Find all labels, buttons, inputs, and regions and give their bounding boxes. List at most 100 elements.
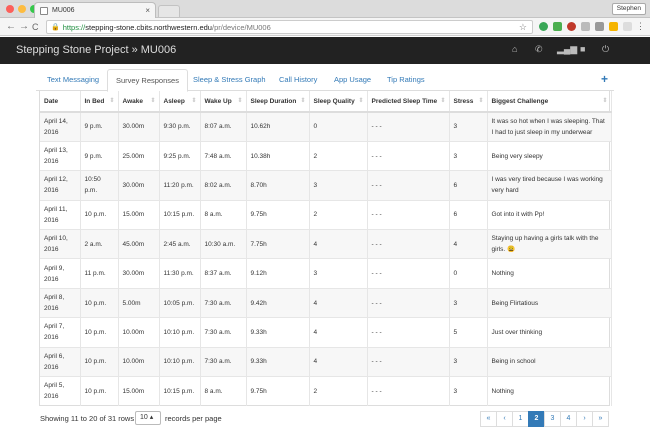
tab-call-history[interactable]: Call History bbox=[271, 69, 325, 91]
table-cell: 9.75h bbox=[246, 199, 310, 230]
tab-text-messaging[interactable]: Text Messaging bbox=[39, 69, 107, 91]
page-button[interactable]: 3 bbox=[544, 411, 561, 427]
table-cell: April 11, 2016 bbox=[40, 199, 81, 230]
forward-icon[interactable]: → bbox=[19, 21, 29, 33]
table-cell: 15.00m bbox=[118, 199, 160, 230]
briefcase-icon[interactable]: ■ bbox=[580, 44, 585, 54]
extension-icon[interactable] bbox=[539, 22, 548, 31]
table-cell: 2 bbox=[309, 140, 368, 171]
table-cell: 30.00m bbox=[118, 258, 160, 289]
table-row: April 6, 2016 10 p.m. 10.00m 10:10 p.m. 7:30… bbox=[40, 346, 612, 377]
address-bar[interactable]: 🔒 https:// stepping-stone.cbits.northwes… bbox=[46, 20, 533, 34]
column-header-label: Predicted Sleep Time bbox=[371, 97, 438, 105]
extension-icon[interactable] bbox=[567, 22, 576, 31]
column-header[interactable]: Wake Up ⇕ bbox=[200, 91, 247, 113]
sort-icon[interactable]: ⇕ bbox=[109, 97, 114, 104]
table-cell: 0 bbox=[449, 258, 488, 289]
sort-icon[interactable]: ⇕ bbox=[150, 97, 155, 104]
table-cell: 5 bbox=[449, 317, 488, 348]
page-button[interactable]: › bbox=[576, 411, 593, 427]
profile-button[interactable]: Stephen bbox=[611, 3, 646, 15]
table-row: April 13, 2016 9 p.m. 25.00m 9:25 p.m. 7:48 … bbox=[40, 140, 612, 171]
table-cell: 3 bbox=[309, 258, 368, 289]
page-button[interactable]: 4 bbox=[560, 411, 577, 427]
column-header-label: Asleep bbox=[163, 97, 185, 105]
column-header[interactable]: Biggest Challenge ⇕ bbox=[487, 91, 612, 113]
phone-icon[interactable]: ✆ bbox=[535, 44, 543, 55]
column-header-label: Biggest Challenge bbox=[491, 97, 549, 105]
table-cell: 0 bbox=[309, 111, 368, 142]
column-header[interactable]: In Bed ⇕ bbox=[80, 91, 119, 113]
table-cell: 8 a.m. bbox=[200, 199, 247, 230]
sort-icon[interactable]: ⇕ bbox=[440, 97, 445, 104]
page-button[interactable]: 1 bbox=[512, 411, 529, 427]
add-icon[interactable]: + bbox=[601, 72, 608, 86]
extension-icon[interactable] bbox=[581, 22, 590, 31]
back-icon[interactable]: ← bbox=[6, 21, 16, 33]
page-button[interactable]: » bbox=[592, 411, 609, 427]
minimize-window-button[interactable] bbox=[18, 5, 26, 13]
power-icon[interactable]: ⏻ bbox=[602, 44, 609, 55]
browser-tab[interactable]: MU006 × bbox=[34, 2, 156, 18]
column-header[interactable]: Date bbox=[40, 91, 81, 113]
table-cell: 15.00m bbox=[118, 376, 160, 406]
tab-app-usage[interactable]: App Usage bbox=[326, 69, 379, 91]
table-cell: 2 bbox=[309, 199, 368, 230]
home-icon[interactable]: ⌂ bbox=[512, 44, 517, 54]
bookmark-star-icon[interactable]: ☆ bbox=[519, 22, 527, 33]
signal-icon[interactable]: ▂▄▆ bbox=[557, 44, 577, 55]
url-host: stepping-stone.cbits.northwestern.edu bbox=[85, 22, 212, 32]
table-cell: 10 p.m. bbox=[80, 376, 119, 406]
table-row: April 7, 2016 10 p.m. 10.00m 10:10 p.m. 7:30… bbox=[40, 317, 612, 348]
records-per-page-select[interactable]: 10 ▴ bbox=[135, 411, 161, 425]
records-per-page-label: records per page bbox=[165, 414, 222, 423]
table-cell: 8:07 a.m. bbox=[200, 111, 247, 142]
column-header[interactable]: Stress ⇕ bbox=[449, 91, 488, 113]
sort-icon[interactable]: ⇕ bbox=[237, 97, 242, 104]
table-cell: April 14, 2016 bbox=[40, 111, 81, 142]
column-header[interactable]: Sleep Quality ⇕ bbox=[309, 91, 368, 113]
extension-icon[interactable] bbox=[595, 22, 604, 31]
table-row: April 12, 2016 10:50 p.m. 30.00m 11:20 p.m.… bbox=[40, 170, 612, 201]
browser-menu-icon[interactable]: ⋮ bbox=[636, 21, 645, 32]
app-brand[interactable]: Stepping Stone Project » MU006 bbox=[16, 44, 176, 56]
table-cell: 9 p.m. bbox=[80, 111, 119, 142]
tab-sleep-stress-graph[interactable]: Sleep & Stress Graph bbox=[185, 69, 274, 91]
table-body: April 14, 2016 9 p.m. 30.00m 9:30 p.m. 8:07 … bbox=[40, 111, 612, 406]
reload-icon[interactable]: C bbox=[32, 21, 39, 33]
close-window-button[interactable] bbox=[6, 5, 14, 13]
table-cell: 7:30 a.m. bbox=[200, 317, 247, 348]
page-button[interactable]: « bbox=[480, 411, 497, 427]
sort-icon[interactable]: ⇕ bbox=[300, 97, 305, 104]
sort-icon[interactable]: ⇕ bbox=[191, 97, 196, 104]
table-cell: 9.33h bbox=[246, 346, 310, 377]
column-header-label: Sleep Quality bbox=[313, 97, 355, 105]
sort-icon[interactable]: ⇕ bbox=[602, 97, 607, 104]
extension-icon[interactable] bbox=[609, 22, 618, 31]
extension-icon[interactable] bbox=[553, 22, 562, 31]
table-cell: - - - bbox=[367, 376, 450, 406]
new-tab-button[interactable] bbox=[158, 5, 180, 17]
table-cell: - - - bbox=[367, 140, 450, 171]
column-header[interactable]: Awake ⇕ bbox=[118, 91, 160, 113]
page-button[interactable]: ‹ bbox=[496, 411, 513, 427]
table-row: April 5, 2016 10 p.m. 15.00m 10:15 p.m. 8 a.… bbox=[40, 376, 612, 406]
sort-icon[interactable]: ⇕ bbox=[478, 97, 483, 104]
tab-tip-ratings[interactable]: Tip Ratings bbox=[379, 69, 433, 91]
sort-icon[interactable]: ⇕ bbox=[358, 97, 363, 104]
column-header[interactable]: Asleep ⇕ bbox=[159, 91, 201, 113]
table-cell: 45.00m bbox=[118, 229, 160, 259]
table-cell: 9:30 p.m. bbox=[159, 111, 201, 142]
column-header[interactable]: Predicted Sleep Time ⇕ bbox=[367, 91, 450, 113]
column-header[interactable]: Sleep Duration ⇕ bbox=[246, 91, 310, 113]
table-cell: Nothing bbox=[487, 376, 612, 406]
table-cell: April 12, 2016 bbox=[40, 170, 81, 201]
close-tab-icon[interactable]: × bbox=[145, 6, 150, 15]
tab-survey-responses[interactable]: Survey Responses bbox=[107, 69, 188, 92]
survey-table: Date In Bed ⇕ Awake ⇕ Asleep ⇕ Wake Up ⇕ Sleep Du… bbox=[39, 91, 612, 406]
table-cell: April 8, 2016 bbox=[40, 287, 81, 318]
table-cell: 3 bbox=[449, 287, 488, 318]
table-cell: - - - bbox=[367, 287, 450, 318]
extension-icon[interactable] bbox=[623, 22, 632, 31]
page-button[interactable]: 2 bbox=[528, 411, 545, 427]
